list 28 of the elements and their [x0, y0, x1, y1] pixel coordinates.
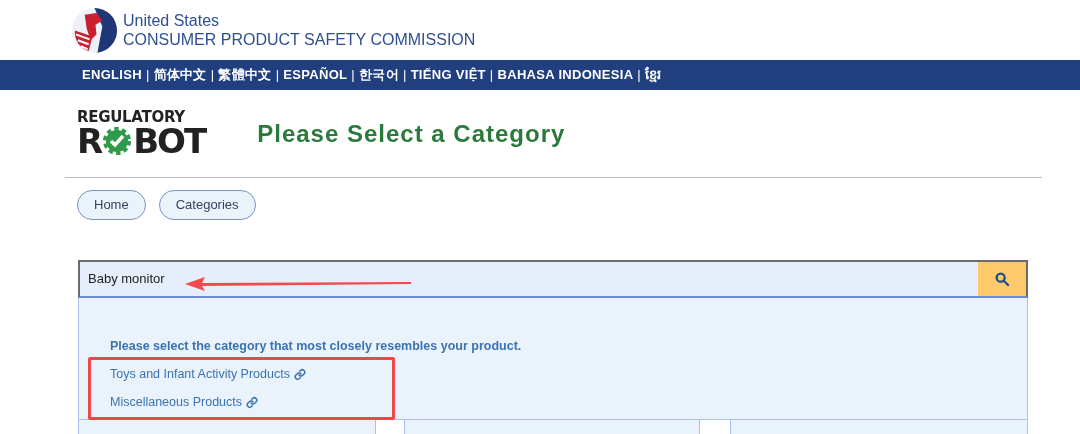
regulatory-robot-logo: REGULATORY R BOT: [77, 110, 206, 157]
link-icon: [246, 396, 258, 409]
breadcrumb-button[interactable]: Categories: [158, 190, 256, 220]
language-link[interactable]: ខ្មែរ: [645, 65, 662, 85]
language-link[interactable]: ENGLISH: [82, 65, 142, 85]
separator: |: [210, 66, 215, 85]
language-link[interactable]: 简体中文: [153, 65, 207, 85]
language-link[interactable]: 한국어: [359, 65, 399, 85]
eagle-flag-logo: [71, 6, 118, 54]
language-link[interactable]: ESPAÑOL: [283, 65, 348, 85]
results-prompt: Please select the category that most closely resembles your product.: [110, 339, 523, 354]
link-icon: [293, 368, 306, 381]
agency-name: United States: [123, 11, 221, 30]
gear-check-icon: [102, 126, 133, 156]
category-link[interactable]: Miscellaneous Products: [110, 395, 242, 410]
language-link[interactable]: TIẾNG VIỆT: [410, 65, 486, 85]
separator: |: [489, 66, 494, 85]
page-title: Please Select a Category: [257, 118, 566, 149]
separator: |: [637, 66, 641, 85]
separator: |: [275, 66, 280, 85]
breadcrumb-button[interactable]: Home: [77, 190, 146, 220]
category-link[interactable]: Toys and Infant Activity Products: [110, 367, 290, 382]
language-link[interactable]: BAHASA INDONESIA: [497, 65, 634, 85]
language-link[interactable]: 繁體中文: [218, 65, 272, 85]
separator: |: [351, 66, 356, 85]
separator: |: [402, 66, 407, 85]
agency-name: CONSUMER PRODUCT SAFETY COMMISSION: [123, 30, 476, 49]
separator: |: [145, 66, 150, 85]
